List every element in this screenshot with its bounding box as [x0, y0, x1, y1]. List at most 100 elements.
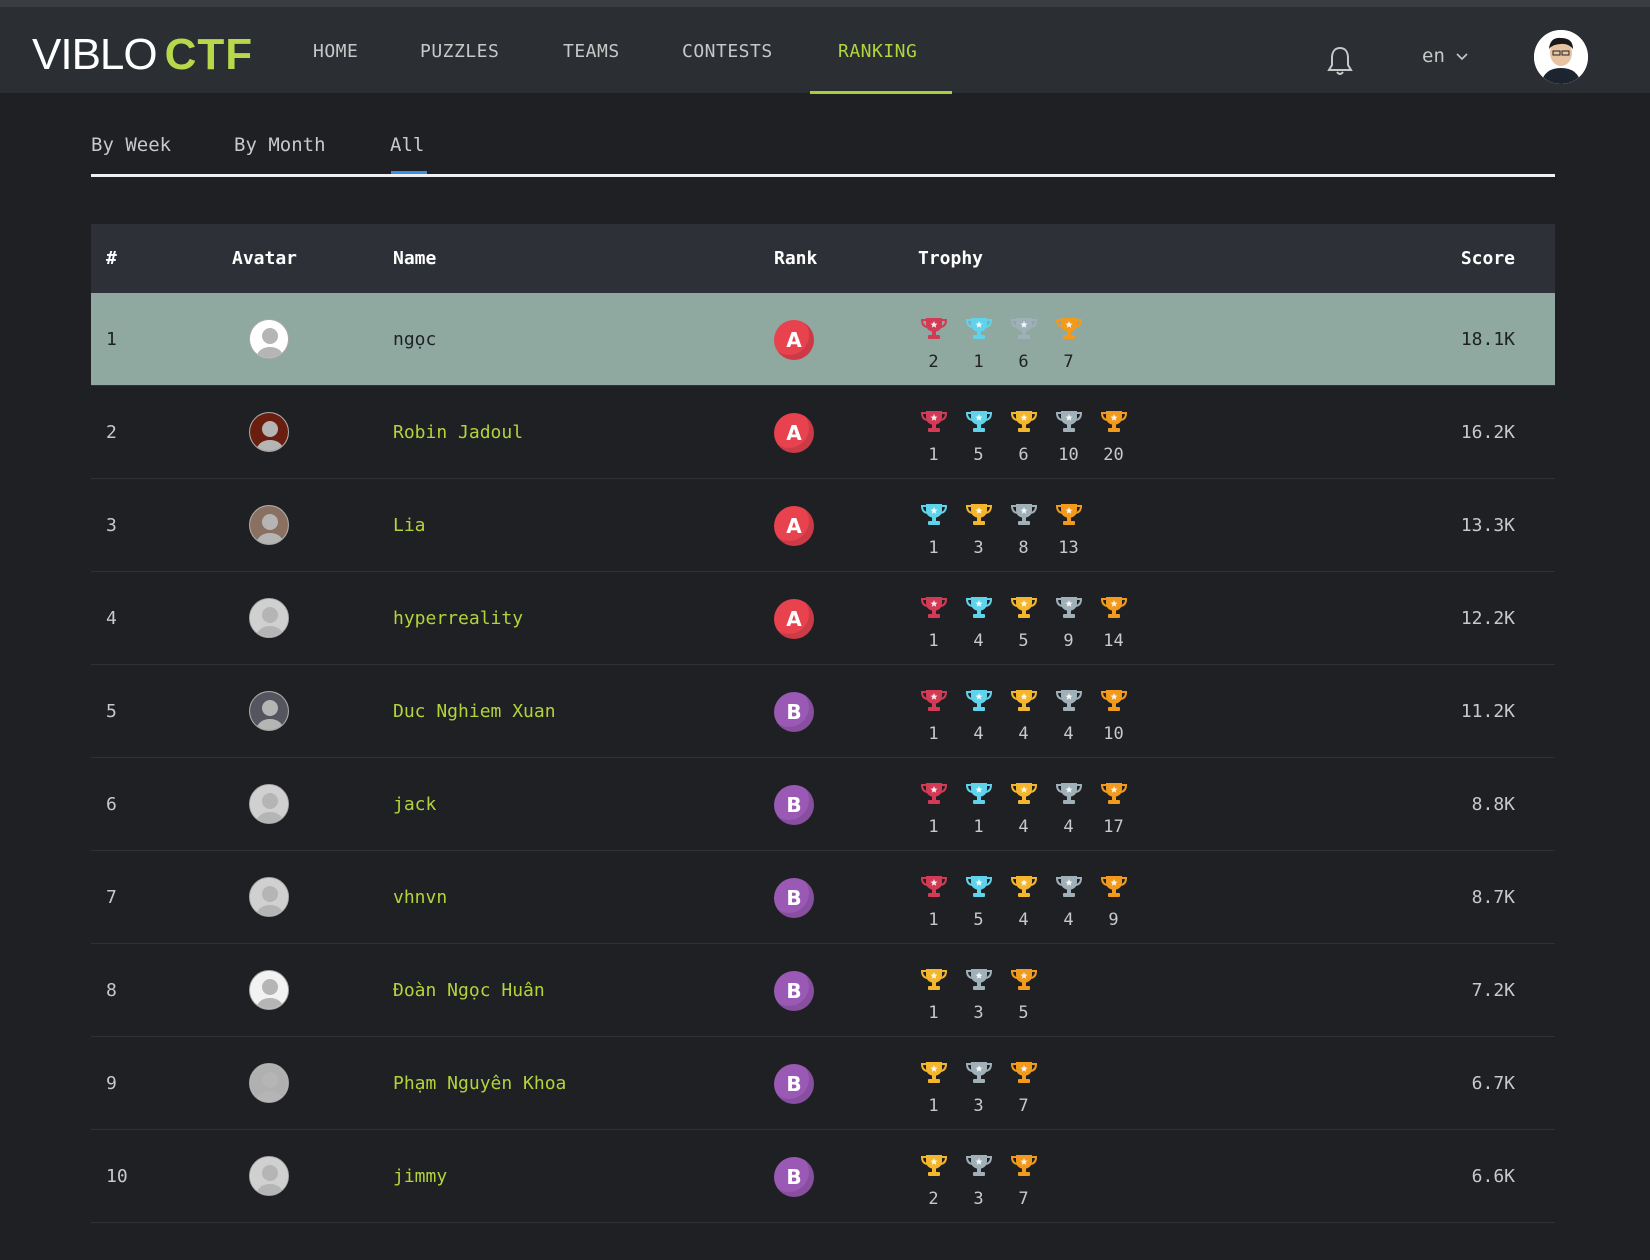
trophy-item: 2 — [911, 315, 956, 372]
nav-home[interactable]: HOME — [313, 41, 358, 62]
row-position: 3 — [106, 515, 117, 536]
player-name-link[interactable]: vhnvn — [393, 887, 447, 908]
player-avatar[interactable] — [249, 1063, 289, 1103]
header-avatar: Avatar — [232, 248, 298, 269]
trophy-count: 3 — [973, 538, 984, 558]
trophy-orange-icon — [1055, 315, 1082, 346]
trophy-item: 4 — [1046, 780, 1091, 837]
table-row[interactable]: 6 jack B 1 1 4 4 17 8.8K — [91, 758, 1555, 851]
trophy-item: 13 — [1046, 501, 1091, 558]
chevron-down-icon — [1455, 45, 1469, 67]
trophy-item: 1 — [911, 687, 956, 744]
header-number: # — [106, 248, 117, 269]
trophy-count: 2 — [928, 1189, 939, 1209]
trophy-item: 7 — [1046, 315, 1091, 372]
rank-badge: B — [774, 878, 814, 918]
player-name-link[interactable]: ngọc — [393, 329, 436, 350]
trophy-count: 4 — [1063, 910, 1074, 930]
trophy-gold-icon — [1010, 687, 1037, 718]
table-row[interactable]: 7 vhnvn B 1 5 4 4 9 8.7K — [91, 851, 1555, 944]
table-body: 1 ngọc A 2 1 6 7 18.1K 2 Robin Jadoul A 1 5 6 10 20 16.2… — [91, 293, 1555, 1223]
player-avatar[interactable] — [249, 784, 289, 824]
trophy-item: 1 — [911, 594, 956, 651]
rank-badge: A — [774, 506, 814, 546]
trophy-silver-icon — [1055, 780, 1082, 811]
table-row[interactable]: 10 jimmy B 2 3 7 6.6K — [91, 1130, 1555, 1223]
viblo-ctf-logo[interactable]: VIBLO CTF — [32, 29, 253, 81]
rank-letter: A — [786, 421, 802, 445]
player-name-link[interactable]: jimmy — [393, 1166, 447, 1187]
row-position: 9 — [106, 1073, 117, 1094]
trophy-gold-icon — [1010, 873, 1037, 904]
trophy-silver-icon — [1010, 315, 1037, 346]
bell-icon[interactable] — [1326, 45, 1354, 77]
player-name-link[interactable]: Đoàn Ngọc Huân — [393, 980, 545, 1001]
nav-ranking[interactable]: RANKING — [838, 41, 917, 62]
player-name-link[interactable]: hyperreality — [393, 608, 523, 629]
player-score: 8.8K — [1471, 794, 1515, 815]
trophy-count: 3 — [973, 1003, 984, 1023]
player-avatar[interactable] — [249, 970, 289, 1010]
trophy-count: 7 — [1018, 1189, 1029, 1209]
player-name-link[interactable]: Duc Nghiem Xuan — [393, 701, 556, 722]
row-position: 10 — [106, 1166, 128, 1187]
row-position: 2 — [106, 422, 117, 443]
trophy-list: 1 4 4 4 10 — [911, 687, 1136, 744]
rank-letter: B — [786, 1072, 802, 1096]
table-row[interactable]: 8 Đoàn Ngọc Huân B 1 3 5 7.2K — [91, 944, 1555, 1037]
player-name-link[interactable]: Robin Jadoul — [393, 422, 523, 443]
trophy-item: 4 — [1046, 687, 1091, 744]
player-name-link[interactable]: jack — [393, 794, 436, 815]
player-name-link[interactable]: Phạm Nguyên Khoa — [393, 1073, 566, 1094]
trophy-orange-icon — [1055, 501, 1082, 532]
trophy-count: 4 — [973, 631, 984, 651]
tab-active-indicator — [391, 171, 427, 174]
table-row[interactable]: 4 hyperreality A 1 4 5 9 14 12.2K — [91, 572, 1555, 665]
table-row[interactable]: 2 Robin Jadoul A 1 5 6 10 20 16.2K — [91, 386, 1555, 479]
trophy-cyan-icon — [965, 594, 992, 625]
trophy-count: 6 — [1018, 445, 1029, 465]
row-position: 6 — [106, 794, 117, 815]
trophy-item: 1 — [911, 873, 956, 930]
trophy-orange-icon — [1100, 873, 1127, 904]
trophy-count: 1 — [973, 817, 984, 837]
trophy-item: 5 — [956, 408, 1001, 465]
trophy-cyan-icon — [965, 408, 992, 439]
player-score: 13.3K — [1460, 515, 1515, 536]
table-row[interactable]: 5 Duc Nghiem Xuan B 1 4 4 4 10 11.2K — [91, 665, 1555, 758]
trophy-item: 4 — [956, 687, 1001, 744]
nav-puzzles[interactable]: PUZZLES — [420, 41, 499, 62]
table-row[interactable]: 9 Phạm Nguyên Khoa B 1 3 7 6.7K — [91, 1037, 1555, 1130]
trophy-item: 5 — [1001, 594, 1046, 651]
tab-all[interactable]: All — [390, 134, 424, 156]
player-avatar[interactable] — [249, 691, 289, 731]
user-avatar[interactable] — [1534, 30, 1588, 84]
player-avatar[interactable] — [249, 1156, 289, 1196]
trophy-item: 10 — [1091, 687, 1136, 744]
player-avatar[interactable] — [249, 412, 289, 452]
player-avatar[interactable] — [249, 598, 289, 638]
trophy-orange-icon — [1010, 966, 1037, 997]
trophy-count: 5 — [1018, 631, 1029, 651]
trophy-silver-icon — [1010, 501, 1037, 532]
table-row[interactable]: 1 ngọc A 2 1 6 7 18.1K — [91, 293, 1555, 386]
trophy-item: 4 — [956, 594, 1001, 651]
trophy-item: 1 — [911, 501, 956, 558]
trophy-count: 7 — [1063, 352, 1074, 372]
player-avatar[interactable] — [249, 319, 289, 359]
player-avatar[interactable] — [249, 505, 289, 545]
nav-contests[interactable]: CONTESTS — [682, 41, 773, 62]
player-avatar[interactable] — [249, 877, 289, 917]
trophy-gold-icon — [965, 501, 992, 532]
table-row[interactable]: 3 Lia A 1 3 8 13 13.3K — [91, 479, 1555, 572]
trophy-count: 4 — [1063, 817, 1074, 837]
language-selector[interactable]: en — [1422, 45, 1469, 67]
nav-teams[interactable]: TEAMS — [563, 41, 620, 62]
player-name-link[interactable]: Lia — [393, 515, 426, 536]
tab-by-month[interactable]: By Month — [234, 134, 326, 156]
ranking-table: # Avatar Name Rank Trophy Score 1 ngọc A 2 1… — [91, 224, 1555, 1223]
trophy-count: 6 — [1018, 352, 1029, 372]
tab-by-week[interactable]: By Week — [91, 134, 171, 156]
trophy-gold-icon — [1010, 594, 1037, 625]
rank-letter: B — [786, 793, 802, 817]
